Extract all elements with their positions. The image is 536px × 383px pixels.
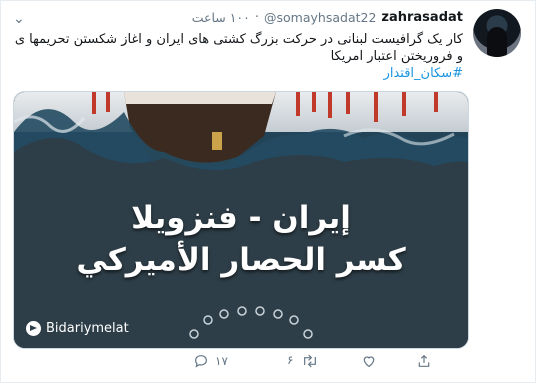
tweet-text-line: و فروریختن اعتبار امریکا bbox=[330, 49, 463, 64]
share-icon bbox=[418, 354, 430, 367]
image-watermark: Bidariymelat bbox=[26, 321, 129, 336]
reply-count: ۱۷ bbox=[215, 354, 228, 368]
hashtag-link[interactable]: #سکان_اقتدار bbox=[384, 66, 463, 81]
chevron-down-icon[interactable]: ⌄ bbox=[13, 11, 25, 27]
tweet-text: کار یک گرافیست لبنانی در حرکت بزرگ کشتی … bbox=[13, 31, 463, 82]
tweet-media-image[interactable]: إيران - فنزويلا كسر الحصار الأميركي Bida… bbox=[13, 91, 469, 349]
tweet-header: zahrasadat @somayhsadat22 · ۱۰۰ ساعت bbox=[192, 10, 463, 25]
retweet-button[interactable] bbox=[301, 353, 319, 369]
retweet-icon bbox=[304, 354, 316, 368]
share-button[interactable] bbox=[416, 353, 432, 369]
user-handle[interactable]: @somayhsadat22 bbox=[264, 10, 376, 25]
separator-dot: · bbox=[254, 10, 260, 25]
reply-button[interactable]: ۱۷ bbox=[193, 353, 228, 369]
retweet-count: ۶ bbox=[287, 353, 294, 367]
avatar[interactable] bbox=[473, 9, 521, 57]
image-overlay-subtitle: كسر الحصار الأميركي bbox=[76, 242, 406, 278]
display-name[interactable]: zahrasadat bbox=[381, 10, 463, 25]
reply-icon bbox=[195, 355, 207, 368]
timestamp[interactable]: ۱۰۰ ساعت bbox=[192, 10, 250, 25]
tweet-card[interactable]: zahrasadat @somayhsadat22 · ۱۰۰ ساعت ⌄ ک… bbox=[0, 0, 536, 383]
heart-icon bbox=[363, 356, 375, 368]
tweet-actions: ۱۷ ۶ bbox=[1, 353, 535, 373]
like-button[interactable] bbox=[361, 353, 383, 369]
tweet-text-line: کار یک گرافیست لبنانی در حرکت بزرگ کشتی … bbox=[14, 32, 463, 47]
watermark-text: Bidariymelat bbox=[46, 321, 129, 336]
telegram-icon bbox=[26, 321, 41, 336]
image-overlay-title: إيران - فنزويلا bbox=[131, 200, 351, 236]
